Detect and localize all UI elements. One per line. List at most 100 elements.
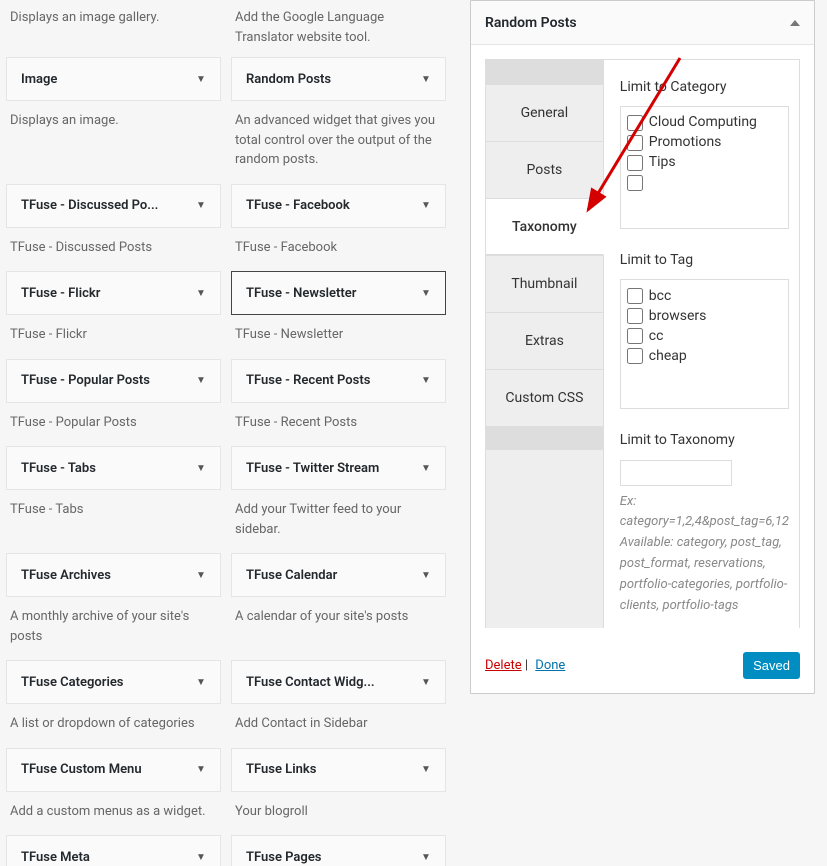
widget-title: TFuse Archives (21, 568, 111, 583)
tag-item[interactable]: cc (623, 326, 784, 346)
chevron-down-icon: ▼ (421, 677, 431, 688)
limit-category-list[interactable]: Cloud Computing Promotions Tips (620, 106, 789, 229)
widget-item[interactable]: TFuse - Popular Posts ▼ (6, 359, 221, 403)
chevron-down-icon: ▼ (196, 200, 206, 211)
tab-taxonomy[interactable]: Taxonomy (486, 198, 604, 255)
widget-item[interactable]: TFuse Contact Widg...▼ (231, 660, 446, 704)
done-link[interactable]: Done (535, 658, 565, 673)
category-item[interactable] (623, 173, 784, 193)
widget-title: Image (21, 72, 57, 87)
widget-title: TFuse - Tabs (21, 461, 96, 476)
widget-item[interactable]: Random Posts ▼ (231, 57, 446, 101)
widget-editor-footer: Delete | Done Saved (471, 652, 814, 693)
widget-description: Add Contact in Sidebar (231, 704, 446, 748)
limit-category-label: Limit to Category (620, 78, 789, 96)
category-item[interactable]: Promotions (623, 133, 784, 153)
category-label: Promotions (649, 135, 722, 150)
chevron-down-icon: ▼ (421, 200, 431, 211)
tag-item[interactable]: bcc (623, 286, 784, 306)
widget-editor-header[interactable]: Random Posts (471, 1, 814, 45)
widget-description: A monthly archive of your site's posts (6, 597, 221, 660)
widget-item[interactable]: TFuse - Tabs▼ (6, 446, 221, 490)
category-checkbox[interactable] (627, 135, 643, 151)
available-widgets-column: Displays an image gallery. Add the Google… (0, 0, 460, 866)
widget-description: A list or dropdown of categories (6, 704, 221, 748)
tab-extras[interactable]: Extras (486, 312, 603, 369)
chevron-down-icon: ▼ (421, 375, 431, 386)
widget-item[interactable]: TFuse Calendar▼ (231, 553, 446, 597)
category-checkbox[interactable] (627, 155, 643, 171)
category-item[interactable]: Tips (623, 153, 784, 173)
limit-tag-list[interactable]: bcc browsers cc cheap (620, 279, 789, 409)
widget-description: TFuse - Facebook (231, 228, 446, 272)
chevron-down-icon: ▼ (421, 570, 431, 581)
category-item[interactable]: Cloud Computing (623, 113, 784, 133)
chevron-down-icon: ▼ (196, 288, 206, 299)
widget-item[interactable]: TFuse - Twitter Stream▼ (231, 446, 446, 490)
chevron-down-icon: ▼ (196, 74, 206, 85)
chevron-down-icon: ▼ (421, 852, 431, 863)
tag-label: bcc (649, 289, 672, 304)
save-button[interactable]: Saved (743, 652, 800, 679)
widget-description: TFuse - Popular Posts (6, 403, 221, 447)
tab-custom-css[interactable]: Custom CSS (486, 369, 603, 426)
widget-editor-panel: Random Posts GeneralPostsTaxonomyThumbna… (470, 0, 815, 694)
widget-item[interactable]: TFuse - Flickr▼ (6, 271, 221, 315)
chevron-down-icon: ▼ (196, 375, 206, 386)
widget-description: Displays an image. (6, 101, 221, 145)
category-checkbox[interactable] (627, 175, 643, 191)
category-label: Cloud Computing (649, 115, 757, 130)
category-label: Tips (649, 155, 676, 170)
widget-item[interactable]: TFuse - Facebook▼ (231, 184, 446, 228)
delete-link[interactable]: Delete (485, 658, 522, 673)
tab-general[interactable]: General (486, 84, 603, 141)
widget-title: TFuse - Popular Posts (21, 373, 150, 388)
tag-label: cheap (649, 349, 687, 364)
widget-title: TFuse - Twitter Stream (246, 461, 379, 476)
widget-description: A calendar of your site's posts (231, 597, 446, 641)
widget-item[interactable]: TFuse Pages▼ (231, 835, 446, 866)
widget-description: TFuse - Recent Posts (231, 403, 446, 447)
widget-description: Add the Google Language Translator websi… (231, 0, 446, 57)
tag-item[interactable]: cheap (623, 346, 784, 366)
widget-item[interactable]: Image ▼ (6, 57, 221, 101)
tab-thumbnail[interactable]: Thumbnail (486, 255, 603, 312)
widget-item[interactable]: TFuse Meta ▼ (6, 835, 221, 866)
tab-top-spacer (486, 60, 603, 84)
limit-tag-label: Limit to Tag (620, 251, 789, 269)
chevron-down-icon: ▼ (196, 570, 206, 581)
widget-editor-title: Random Posts (485, 15, 577, 31)
limit-taxonomy-input[interactable] (620, 460, 732, 486)
tab-posts[interactable]: Posts (486, 141, 603, 198)
tag-checkbox[interactable] (627, 308, 643, 324)
widget-item[interactable]: TFuse - Discussed Po... ▼ (6, 184, 221, 228)
widget-item[interactable]: TFuse - Recent Posts▼ (231, 359, 446, 403)
chevron-down-icon: ▼ (421, 74, 431, 85)
tag-item[interactable]: browsers (623, 306, 784, 326)
widget-description: TFuse - Discussed Posts (6, 228, 221, 272)
tag-label: browsers (649, 309, 707, 324)
tag-checkbox[interactable] (627, 348, 643, 364)
widget-title: TFuse Categories (21, 675, 124, 690)
widget-item[interactable]: TFuse Links▼ (231, 748, 446, 792)
widget-item[interactable]: TFuse Categories▼ (6, 660, 221, 704)
chevron-down-icon: ▼ (196, 852, 206, 863)
widget-item[interactable]: TFuse - Newsletter▼ (231, 271, 446, 315)
tag-checkbox[interactable] (627, 288, 643, 304)
chevron-down-icon: ▼ (196, 764, 206, 775)
widget-title: TFuse - Discussed Po... (21, 198, 158, 213)
widget-title: Random Posts (246, 72, 331, 87)
widget-item[interactable]: TFuse Custom Menu▼ (6, 748, 221, 792)
collapse-caret-icon (790, 20, 800, 26)
widget-description: TFuse - Flickr (6, 315, 221, 359)
limit-taxonomy-label: Limit to Taxonomy (620, 431, 789, 449)
chevron-down-icon: ▼ (421, 288, 431, 299)
widget-title: TFuse Meta (21, 850, 90, 865)
widget-description: Add your Twitter feed to your sidebar. (231, 490, 446, 553)
widget-description: Displays an image gallery. (6, 0, 221, 38)
tag-checkbox[interactable] (627, 328, 643, 344)
category-checkbox[interactable] (627, 115, 643, 131)
widget-description: Your blogroll (231, 792, 446, 836)
widget-item[interactable]: TFuse Archives ▼ (6, 553, 221, 597)
widget-description: An advanced widget that gives you total … (231, 101, 446, 184)
